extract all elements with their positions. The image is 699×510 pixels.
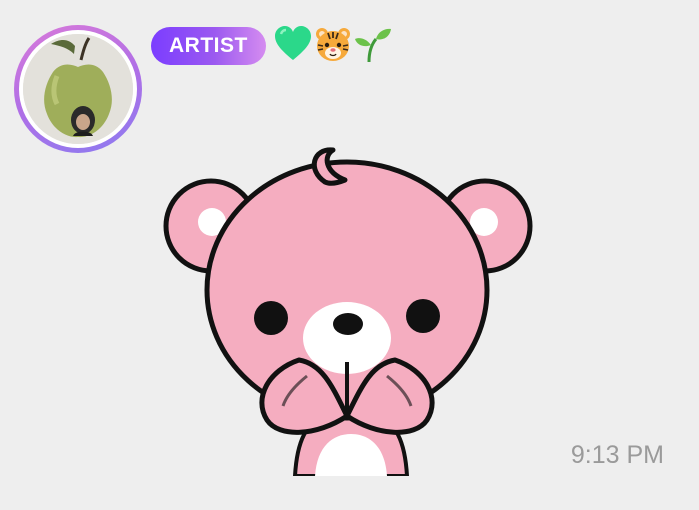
sender-badge-row: ARTIST (151, 25, 394, 68)
green-heart-icon (274, 25, 312, 67)
chat-message-screen: ARTIST 9:13 PM (0, 0, 699, 510)
message-timestamp: 9:13 PM (570, 441, 664, 469)
avatar[interactable] (14, 25, 142, 153)
tiger-face-icon (314, 25, 352, 68)
bear-sticker[interactable] (157, 140, 543, 478)
pink-bear-image (163, 147, 533, 478)
badge-emojis (274, 25, 394, 68)
avatar-photo (23, 34, 133, 144)
avatar-border (19, 30, 137, 148)
seedling-icon (354, 25, 392, 68)
artist-badge[interactable]: ARTIST (151, 27, 266, 65)
